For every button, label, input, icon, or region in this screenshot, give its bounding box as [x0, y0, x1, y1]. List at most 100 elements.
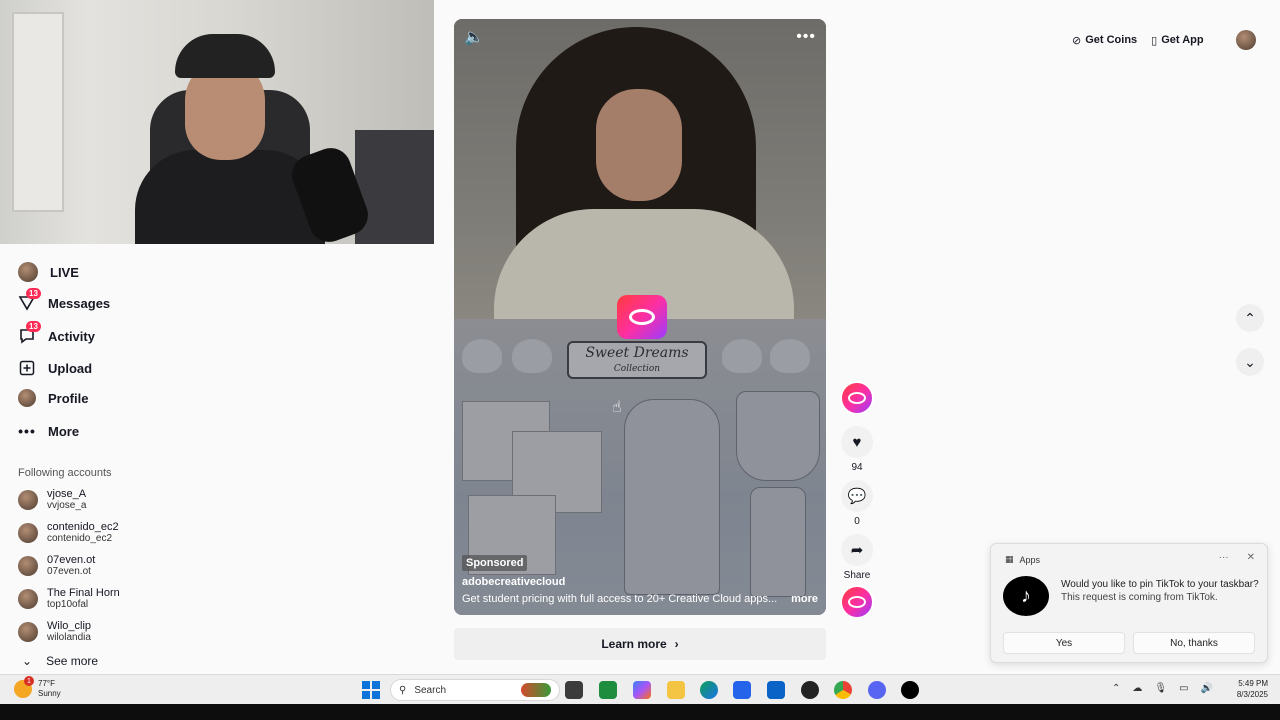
- profile-avatar-icon: [18, 389, 36, 407]
- upload-icon: [18, 359, 36, 377]
- account-item[interactable]: 07even.ot 07even.ot: [18, 552, 95, 580]
- share-arrow-icon: ➦: [841, 534, 873, 566]
- microphone-icon[interactable]: 🎙: [1154, 683, 1167, 694]
- chevron-up-icon[interactable]: ⌃: [1112, 683, 1120, 694]
- copilot-icon[interactable]: [633, 681, 651, 699]
- get-coins-label: Get Coins: [1085, 34, 1138, 46]
- account-avatar: [18, 589, 38, 609]
- get-app-label: Get App: [1161, 34, 1204, 46]
- clock-date: 8/3/2025: [1236, 690, 1268, 699]
- account-avatar: [18, 490, 38, 510]
- nav-upload-label: Upload: [48, 360, 93, 376]
- steam-icon[interactable]: [801, 681, 819, 699]
- nav-activity-label: Activity: [48, 328, 95, 344]
- account-item[interactable]: vjose_A vvjose_a: [18, 486, 86, 514]
- learn-more-button[interactable]: Learn more ›: [454, 628, 826, 660]
- comment-icon: 💬: [841, 480, 873, 512]
- speaker-icon[interactable]: 🔊: [1201, 683, 1213, 694]
- video-top-bar: 🔈 •••: [454, 19, 826, 55]
- notification-header: ▦ Apps: [1005, 554, 1040, 565]
- video-frame-photo: [454, 19, 826, 329]
- nav-activity[interactable]: 13 Activity: [18, 321, 95, 350]
- no-thanks-button[interactable]: No, thanks: [1133, 632, 1255, 654]
- search-highlight-icon: [521, 683, 551, 697]
- task-view-icon[interactable]: [565, 681, 583, 699]
- nav-profile[interactable]: Profile: [18, 384, 88, 412]
- get-coins-button[interactable]: ⊘ Get Coins: [1072, 34, 1137, 47]
- taskbar-clock[interactable]: 5:49 PM 8/3/2025: [1226, 678, 1268, 700]
- more-options-icon[interactable]: •••: [796, 28, 816, 46]
- streamer-cap: [175, 34, 275, 78]
- next-video-button[interactable]: ⌄: [1236, 348, 1264, 376]
- see-more-button[interactable]: ⌄ See more: [22, 654, 98, 668]
- chrome-icon[interactable]: [834, 681, 852, 699]
- user-avatar[interactable]: [1235, 30, 1256, 50]
- windows-start-icon[interactable]: [362, 681, 380, 699]
- video-player[interactable]: Sweet Dreams Collection 🔈 ••• ☝ Sponsore…: [454, 19, 826, 615]
- windows-taskbar: 1 77°F Sunny ⚲ Search ⌃ ☁ 🎙 ▭ 🔊 5:49 PM …: [0, 674, 1280, 704]
- system-tray: ⌃ ☁ 🎙 ▭ 🔊: [1112, 683, 1213, 694]
- nav-profile-label: Profile: [48, 390, 89, 406]
- onedrive-icon[interactable]: ☁: [1132, 683, 1142, 694]
- video-author[interactable]: adobecreativecloud: [462, 576, 565, 588]
- edge-icon[interactable]: [700, 681, 718, 699]
- caption-text: Get student pricing with full access to …: [462, 593, 778, 605]
- sidebar: LIVE 13 Messages 13 Activity Upload Prof…: [0, 244, 434, 674]
- account-item[interactable]: contenido_ec2 contenido_ec2: [18, 519, 119, 547]
- taskbar-search-label: Search: [414, 684, 447, 696]
- get-app-button[interactable]: ▯ Get App: [1151, 34, 1203, 47]
- account-handle: wilolandia: [47, 632, 91, 643]
- store-icon[interactable]: [733, 681, 751, 699]
- heart-swatch: [770, 339, 810, 373]
- volume-icon[interactable]: 🔈: [464, 27, 484, 47]
- clock-time: 5:49 PM: [1238, 679, 1268, 688]
- creative-cloud-logo-icon: [617, 295, 667, 339]
- account-avatar: [18, 556, 38, 576]
- account-item[interactable]: The Final Horn top10ofal: [18, 585, 120, 613]
- share-button[interactable]: ➦ Share: [840, 534, 874, 581]
- taskbar-search[interactable]: ⚲ Search: [390, 679, 560, 701]
- yes-button[interactable]: Yes: [1003, 632, 1125, 654]
- close-icon[interactable]: ✕: [1247, 552, 1255, 563]
- share-label: Share: [843, 570, 871, 581]
- network-icon[interactable]: ▭: [1179, 683, 1188, 694]
- nav-messages[interactable]: 13 Messages: [18, 288, 110, 317]
- notification-more-icon[interactable]: ···: [1219, 552, 1229, 563]
- file-explorer-icon[interactable]: [667, 681, 685, 699]
- weather-condition: Sunny: [38, 689, 61, 698]
- discord-icon[interactable]: [868, 681, 886, 699]
- nav-upload[interactable]: Upload: [18, 354, 92, 382]
- activity-icon: 13: [18, 321, 41, 345]
- see-more-label: See more: [46, 654, 99, 668]
- caption-more-link[interactable]: more: [791, 593, 818, 605]
- account-handle: contenido_ec2: [47, 533, 113, 544]
- sponsored-badge: Sponsored: [462, 555, 528, 571]
- like-button[interactable]: ♥ 94: [840, 426, 874, 473]
- nav-live[interactable]: LIVE: [18, 258, 79, 286]
- tiktok-taskbar-icon[interactable]: [901, 681, 919, 699]
- nav-more-label: More: [48, 423, 80, 439]
- previous-video-button[interactable]: ⌃: [1236, 304, 1264, 332]
- account-name: 07even.ot: [47, 554, 96, 566]
- account-name: vjose_A: [47, 488, 87, 500]
- creator-avatar-button[interactable]: [840, 381, 874, 415]
- notification-app-label: Apps: [1019, 554, 1041, 565]
- dress-sketch: [750, 487, 806, 597]
- outlook-icon[interactable]: [767, 681, 785, 699]
- account-handle: 07even.ot: [47, 566, 91, 577]
- apps-icon: ▦: [1005, 554, 1014, 564]
- xbox-icon[interactable]: [599, 681, 617, 699]
- learn-more-label: Learn more: [601, 637, 667, 651]
- pin-app-notification: ▦ Apps ··· ✕ ♪ Would you like to pin Tik…: [990, 543, 1268, 663]
- banner-subtitle: Collection: [613, 364, 661, 374]
- tiktok-logo-icon: ♪: [1003, 576, 1049, 616]
- music-disc-button[interactable]: [840, 585, 874, 619]
- weather-widget[interactable]: 1 77°F Sunny: [14, 676, 61, 699]
- nav-more[interactable]: ••• More: [18, 417, 79, 445]
- account-item[interactable]: Wilo_clip wilolandia: [18, 618, 91, 646]
- heart-swatch: [722, 339, 762, 373]
- activity-badge: 13: [26, 321, 41, 332]
- account-handle: top10ofal: [47, 599, 89, 610]
- account-name: Wilo_clip: [47, 620, 92, 632]
- comment-button[interactable]: 💬 0: [840, 480, 874, 527]
